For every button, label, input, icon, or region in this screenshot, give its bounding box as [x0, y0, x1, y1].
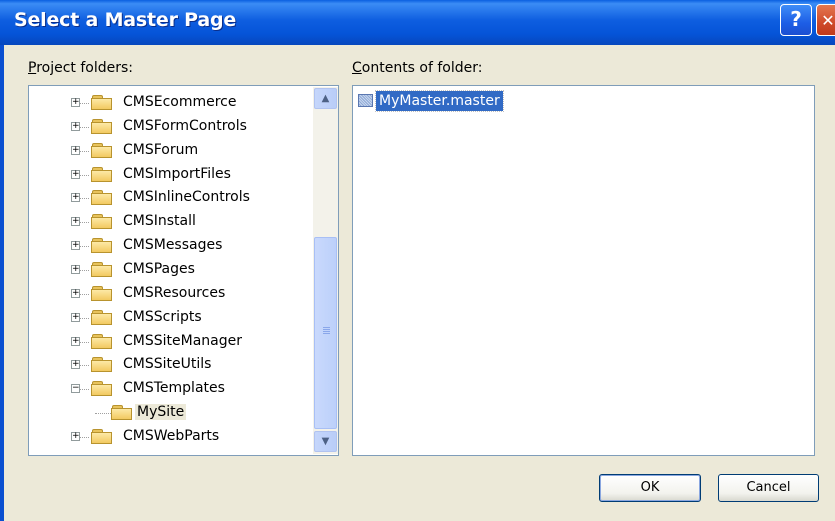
help-icon: ?: [790, 7, 802, 31]
folder-open-icon: [111, 405, 133, 421]
close-button[interactable]: ✕: [816, 4, 835, 36]
master-page-file-icon: [358, 94, 373, 107]
tree-item[interactable]: + CMSScripts: [29, 307, 314, 331]
help-button[interactable]: ?: [780, 4, 812, 36]
folder-icon: [91, 333, 113, 350]
tree-item[interactable]: + CMSInstall: [29, 211, 314, 235]
tree-item[interactable]: − CMSTemplates: [29, 378, 314, 402]
tree-item[interactable]: + CMSMessages: [29, 235, 314, 259]
expand-icon[interactable]: +: [71, 264, 80, 274]
folder-icon: [91, 381, 113, 397]
title-bar: Select a Master Page ? ✕: [0, 0, 835, 45]
tree-item[interactable]: + CMSPages: [29, 259, 314, 283]
tree-item[interactable]: + CMSInlineControls: [29, 187, 314, 211]
expand-icon[interactable]: +: [71, 98, 80, 107]
tree-item-label: CMSForum: [123, 141, 199, 158]
window-frame-left: [0, 45, 4, 521]
tree-item-label: CMSMessages: [123, 237, 223, 254]
tree-item-label: CMSPages: [123, 260, 195, 277]
tree-item-label: CMSResources: [123, 284, 226, 301]
tree-item-label: CMSEcommerce: [123, 94, 237, 110]
collapse-icon[interactable]: −: [71, 384, 80, 394]
tree-item-label: CMSScripts: [123, 308, 202, 325]
folder-contents-list[interactable]: MyMaster.master: [352, 85, 815, 456]
tree-item-label: CMSInlineControls: [123, 189, 250, 206]
cancel-button[interactable]: Cancel: [718, 474, 819, 502]
tree-item-label: CMSImportFiles: [123, 165, 231, 182]
folder-icon: [91, 95, 113, 111]
expand-icon[interactable]: +: [71, 145, 80, 155]
expand-icon[interactable]: +: [71, 312, 80, 322]
tree-item-label: CMSSiteUtils: [123, 356, 212, 373]
folder-icon: [91, 285, 113, 302]
folder-icon: [91, 118, 113, 135]
project-folders-label: Project folders:: [28, 60, 134, 76]
chevron-down-icon: ▼: [321, 436, 330, 447]
tree-item[interactable]: + CMSSiteUtils: [29, 354, 314, 378]
folder-icon: [91, 428, 113, 445]
folder-icon: [91, 142, 113, 159]
tree-item-label: CMSWebParts: [123, 427, 220, 444]
expand-icon[interactable]: +: [71, 360, 80, 370]
scroll-up-button[interactable]: ▲: [314, 88, 337, 109]
expand-icon[interactable]: +: [71, 241, 80, 251]
tree-item[interactable]: + CMSImportFiles: [29, 164, 314, 188]
close-icon: ✕: [821, 11, 835, 30]
expand-icon[interactable]: +: [71, 288, 80, 298]
folder-icon: [91, 214, 113, 230]
tree-item-label: CMSSiteManager: [123, 332, 242, 349]
project-folders-tree[interactable]: + CMSEcommerce + CMSFormControls + CMSForum + C…: [28, 85, 339, 456]
folder-icon: [91, 309, 113, 326]
scroll-down-button[interactable]: ▼: [314, 431, 337, 452]
tree-item[interactable]: + CMSForum: [29, 140, 314, 164]
tree-item-label: CMSFormControls: [123, 117, 247, 134]
folder-icon: [91, 238, 113, 254]
tree-item[interactable]: + CMSEcommerce: [29, 92, 314, 116]
folder-icon: [91, 166, 113, 183]
tree-item-label: CMSTemplates: [123, 380, 225, 397]
expand-icon[interactable]: +: [71, 193, 80, 203]
tree-item[interactable]: + CMSFormControls: [29, 116, 314, 140]
ok-button[interactable]: OK: [599, 474, 701, 502]
folder-icon: [91, 357, 113, 373]
tree-item[interactable]: + CMSWebParts: [29, 426, 314, 450]
chevron-up-icon: ▲: [321, 93, 330, 104]
expand-icon[interactable]: +: [71, 217, 80, 227]
file-item-label: MyMaster.master: [375, 90, 504, 112]
folder-icon: [91, 261, 113, 278]
contents-of-folder-label: Contents of folder:: [352, 60, 483, 76]
scroll-thumb[interactable]: [314, 237, 337, 429]
tree-scrollbar[interactable]: ▲ ▼: [313, 87, 338, 454]
expand-icon[interactable]: +: [71, 121, 80, 131]
expand-icon[interactable]: +: [71, 169, 80, 179]
tree-item[interactable]: + CMSResources: [29, 283, 314, 307]
expand-icon[interactable]: +: [71, 336, 80, 346]
tree-item[interactable]: + CMSSiteManager: [29, 331, 314, 355]
folder-icon: [91, 190, 113, 206]
tree-item-label: MySite: [135, 404, 187, 421]
dialog-title: Select a Master Page: [14, 9, 237, 31]
expand-icon[interactable]: +: [71, 431, 80, 441]
tree-item-label: CMSInstall: [123, 213, 196, 230]
tree-item-child[interactable]: MySite: [29, 402, 314, 426]
